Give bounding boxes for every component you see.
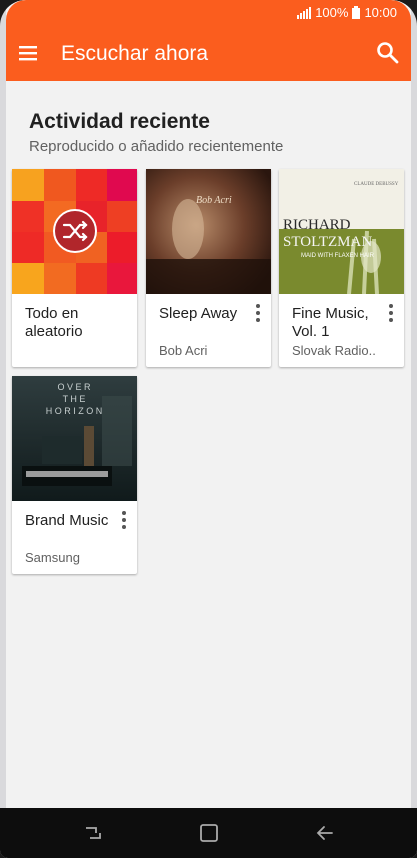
- svg-text:O V E R: O V E R: [57, 382, 91, 392]
- back-icon[interactable]: [314, 822, 336, 844]
- system-nav-bar: [0, 808, 417, 858]
- card-artist: Bob Acri: [159, 343, 208, 358]
- svg-text:MAID WITH FLAXEN HAIR: MAID WITH FLAXEN HAIR: [301, 253, 375, 259]
- svg-text:H O R I Z O N: H O R I Z O N: [46, 406, 103, 416]
- more-vert-icon[interactable]: [251, 302, 265, 324]
- app-bar: Escuchar ahora: [6, 26, 411, 81]
- page-title: Escuchar ahora: [61, 42, 209, 65]
- album-art-sleep-away: Bob Acri: [146, 169, 271, 294]
- home-icon[interactable]: [198, 822, 220, 844]
- battery-percent: 100%: [315, 5, 349, 20]
- album-art-fine-music: CLAUDE DEBUSSY RICHARD STOLTZMAN MAID WI…: [279, 169, 404, 294]
- shuffle-art: [12, 169, 137, 294]
- phone-frame: 100% 10:00 Escuchar ahora Actividad reci…: [0, 0, 417, 858]
- screen: 100% 10:00 Escuchar ahora Actividad reci…: [6, 0, 411, 858]
- svg-text:Bob Acri: Bob Acri: [196, 195, 232, 206]
- clock: 10:00: [364, 5, 397, 20]
- section-subtitle: Reproducido o añadido recientemente: [29, 138, 284, 155]
- svg-text:T H E: T H E: [63, 394, 86, 404]
- card-artist: Samsung: [25, 550, 80, 565]
- card-title: Fine Music, Vol. 1: [292, 305, 369, 340]
- card-title: Sleep Away: [159, 305, 238, 322]
- signal-icon: [297, 6, 312, 19]
- menu-icon[interactable]: [16, 40, 42, 66]
- svg-text:RICHARD: RICHARD: [283, 217, 351, 233]
- svg-text:STOLTZMAN: STOLTZMAN: [283, 234, 372, 250]
- card-brand-music[interactable]: O V E R T H E H O R I Z O N Brand Music …: [12, 376, 137, 574]
- svg-text:CLAUDE DEBUSSY: CLAUDE DEBUSSY: [354, 182, 399, 187]
- status-bar: 100% 10:00: [6, 0, 411, 26]
- more-vert-icon[interactable]: [117, 509, 131, 531]
- section-title: Actividad reciente: [29, 110, 210, 133]
- battery-icon: [352, 6, 361, 19]
- card-artist: Slovak Radio..: [292, 343, 376, 358]
- card-fine-music[interactable]: CLAUDE DEBUSSY RICHARD STOLTZMAN MAID WI…: [279, 169, 404, 367]
- album-art-brand-music: O V E R T H E H O R I Z O N: [12, 376, 137, 501]
- more-vert-icon[interactable]: [384, 302, 398, 324]
- card-title: Brand Music: [25, 512, 109, 529]
- card-shuffle-all[interactable]: Todo en aleatorio: [12, 169, 137, 367]
- recents-icon[interactable]: [82, 822, 104, 844]
- card-sleep-away[interactable]: Bob Acri Sleep Away Bob Acri: [146, 169, 271, 367]
- search-icon[interactable]: [375, 40, 401, 66]
- card-title: Todo en aleatorio: [25, 305, 83, 340]
